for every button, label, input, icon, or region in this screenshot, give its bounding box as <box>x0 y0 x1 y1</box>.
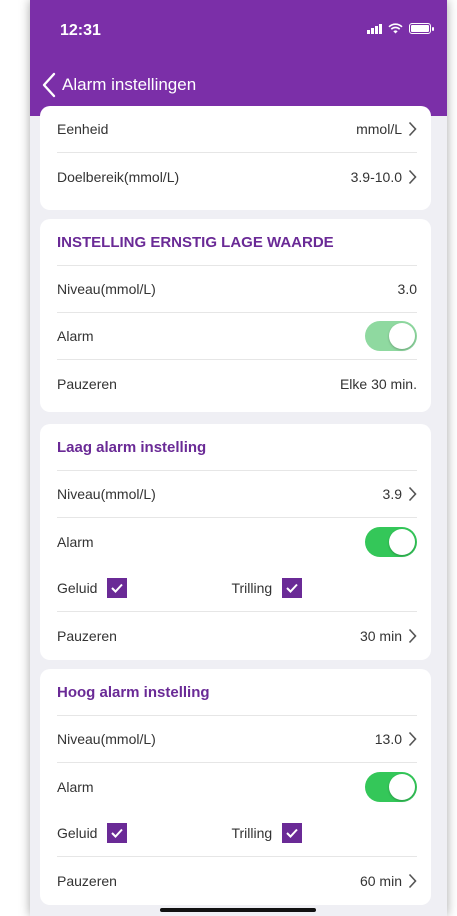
settings-content: Eenheid mmol/L Doelbereik(mmol/L) 3.9-10… <box>30 106 447 916</box>
critical-low-pauzeren-row: Pauzeren Elke 30 min. <box>57 360 417 407</box>
pauzeren-value: 30 min <box>359 627 402 644</box>
chevron-right-icon <box>408 628 417 643</box>
chevron-right-icon <box>408 169 417 184</box>
high-niveau-row[interactable]: Niveau(mmol/L) 13.0 <box>57 716 417 763</box>
trilling-checkbox[interactable] <box>282 823 303 843</box>
low-trilling-option[interactable]: Trilling <box>231 578 303 598</box>
low-geluid-option[interactable]: Geluid <box>57 578 128 598</box>
chevron-left-icon <box>42 72 56 98</box>
section-title: Hoog alarm instelling <box>57 683 210 701</box>
doelbereik-label: Doelbereik(mmol/L) <box>57 168 180 185</box>
battery-icon <box>409 23 434 34</box>
doelbereik-value: 3.9-10.0 <box>350 168 402 185</box>
status-icons <box>367 23 434 34</box>
critical-low-niveau-row: Niveau(mmol/L) 3.0 <box>57 266 417 313</box>
low-alarm-card: Laag alarm instelling Niveau(mmol/L) 3.9… <box>40 424 431 660</box>
high-alarm-row: Alarm <box>57 763 417 810</box>
trilling-label: Trilling <box>231 825 273 841</box>
signal-icon <box>367 23 382 34</box>
checkmark-icon <box>111 828 124 838</box>
checkmark-icon <box>286 828 298 838</box>
section-title: Laag alarm instelling <box>57 438 207 456</box>
general-settings-card: Eenheid mmol/L Doelbereik(mmol/L) 3.9-10… <box>40 106 431 210</box>
pauzeren-label: Pauzeren <box>57 627 117 644</box>
chevron-right-icon <box>408 873 417 888</box>
high-alarm-toggle[interactable] <box>365 771 417 802</box>
niveau-label: Niveau(mmol/L) <box>57 281 156 297</box>
low-pauzeren-row[interactable]: Pauzeren 30 min <box>57 612 417 659</box>
page-title: Alarm instellingen <box>62 75 197 94</box>
eenheid-label: Eenheid <box>57 121 109 137</box>
section-title: INSTELLING ERNSTIG LAGE WAARDE <box>57 233 334 251</box>
pauzeren-label: Pauzeren <box>57 375 117 392</box>
wifi-icon <box>388 23 403 34</box>
pauzeren-value: 60 min <box>359 872 402 889</box>
critical-low-card: INSTELLING ERNSTIG LAGE WAARDE Niveau(mm… <box>40 219 431 412</box>
geluid-label: Geluid <box>57 580 98 596</box>
alarm-label: Alarm <box>57 778 94 795</box>
critical-low-header: INSTELLING ERNSTIG LAGE WAARDE <box>57 219 417 266</box>
alarm-label: Alarm <box>57 328 94 344</box>
high-geluid-option[interactable]: Geluid <box>57 823 128 843</box>
chevron-right-icon <box>408 731 417 747</box>
niveau-label: Niveau(mmol/L) <box>57 731 156 747</box>
niveau-label: Niveau(mmol/L) <box>57 486 156 502</box>
pauzeren-label: Pauzeren <box>57 872 117 889</box>
pauzeren-value: Elke 30 min. <box>339 375 417 392</box>
doelbereik-row[interactable]: Doelbereik(mmol/L) 3.9-10.0 <box>57 153 417 200</box>
alarm-label: Alarm <box>57 533 94 550</box>
trilling-checkbox[interactable] <box>282 578 303 598</box>
chevron-right-icon <box>408 121 417 137</box>
high-alarm-card: Hoog alarm instelling Niveau(mmol/L) 13.… <box>40 669 431 905</box>
low-niveau-row[interactable]: Niveau(mmol/L) 3.9 <box>57 471 417 518</box>
checkmark-icon <box>111 583 124 593</box>
low-options-row: Geluid Trilling <box>57 565 417 612</box>
eenheid-value: mmol/L <box>356 121 402 137</box>
niveau-value: 3.0 <box>397 281 417 297</box>
niveau-value: 3.9 <box>382 486 402 502</box>
home-indicator <box>160 908 316 912</box>
niveau-value: 13.0 <box>374 731 402 747</box>
trilling-label: Trilling <box>231 580 273 596</box>
nav-header: 12:31 Alarm instellingen <box>30 0 447 116</box>
high-pauzeren-row[interactable]: Pauzeren 60 min <box>57 857 417 904</box>
low-alarm-header: Laag alarm instelling <box>57 424 417 471</box>
geluid-checkbox[interactable] <box>107 578 128 598</box>
eenheid-row[interactable]: Eenheid mmol/L <box>57 106 417 153</box>
geluid-label: Geluid <box>57 825 98 841</box>
low-alarm-toggle[interactable] <box>365 526 417 557</box>
chevron-right-icon <box>408 486 417 502</box>
back-button[interactable]: Alarm instellingen <box>42 72 196 98</box>
high-alarm-header: Hoog alarm instelling <box>57 669 417 716</box>
critical-low-alarm-toggle <box>365 321 417 351</box>
high-options-row: Geluid Trilling <box>57 810 417 857</box>
status-time: 12:31 <box>60 22 101 39</box>
critical-low-alarm-row: Alarm <box>57 313 417 360</box>
checkmark-icon <box>286 583 298 593</box>
high-trilling-option[interactable]: Trilling <box>231 823 303 843</box>
phone-screen: 12:31 Alarm instellingen Eenheid mmol/L … <box>30 0 447 916</box>
geluid-checkbox[interactable] <box>107 823 128 843</box>
low-alarm-row: Alarm <box>57 518 417 565</box>
